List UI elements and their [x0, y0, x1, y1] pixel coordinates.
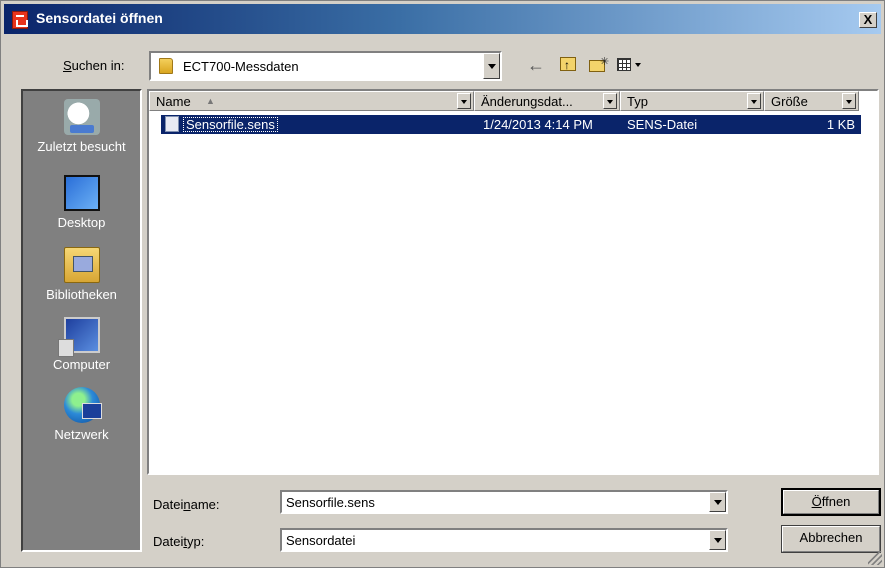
look-in-label: Suchen in:	[63, 58, 125, 73]
place-label: Computer	[52, 357, 111, 372]
file-row-selected[interactable]: Sensorfile.sens 1/24/2013 4:14 PM SENS-D…	[161, 115, 861, 134]
window-title: Sensordatei öffnen	[36, 10, 163, 26]
file-icon	[165, 116, 179, 132]
place-computer[interactable]: Computer	[23, 317, 140, 372]
place-recent[interactable]: Zuletzt besucht	[23, 99, 140, 154]
view-menu-icon[interactable]	[615, 54, 649, 76]
title-bar[interactable]: Sensordatei öffnen X	[4, 4, 881, 34]
file-type: SENS-Datei	[627, 117, 698, 132]
column-header-name[interactable]: Name ▲	[149, 91, 474, 111]
libraries-icon	[63, 247, 100, 283]
new-folder-icon[interactable]	[587, 51, 609, 76]
filename-input[interactable]: Sensorfile.sens	[280, 490, 728, 514]
column-menu-icon[interactable]	[747, 93, 761, 109]
column-menu-icon[interactable]	[457, 93, 471, 109]
column-header-type[interactable]: Typ	[620, 91, 764, 111]
desktop-icon	[63, 175, 100, 211]
place-label: Netzwerk	[54, 427, 109, 442]
file-name: Sensorfile.sens	[183, 117, 278, 132]
recent-places-icon	[63, 99, 100, 135]
open-button[interactable]: Öffnen	[781, 488, 881, 516]
filetype-select[interactable]: Sensordatei	[280, 528, 728, 552]
place-label: Zuletzt besucht	[37, 139, 126, 154]
network-icon	[63, 387, 102, 423]
file-size: 1 KB	[826, 117, 855, 132]
place-desktop[interactable]: Desktop	[23, 175, 140, 230]
close-button[interactable]: X	[859, 12, 877, 28]
back-arrow-icon[interactable]: ←	[525, 54, 547, 76]
sort-ascending-icon: ▲	[206, 96, 215, 106]
column-menu-icon[interactable]	[842, 93, 856, 109]
places-bar: Zuletzt besucht Desktop Bibliotheken Com…	[21, 89, 142, 552]
file-modified: 1/24/2013 4:14 PM	[483, 117, 593, 132]
filetype-label: Dateityp:	[153, 534, 205, 549]
column-header-modified[interactable]: Änderungsdat...	[474, 91, 620, 111]
chevron-down-icon[interactable]	[483, 53, 500, 79]
look-in-dropdown[interactable]: ECT700-Messdaten	[149, 51, 502, 81]
place-libraries[interactable]: Bibliotheken	[23, 247, 140, 302]
column-header-size[interactable]: Größe	[764, 91, 859, 111]
place-label: Bibliotheken	[46, 287, 117, 302]
place-network[interactable]: Netzwerk	[23, 387, 140, 442]
app-icon	[12, 11, 28, 29]
folder-icon	[159, 58, 173, 74]
look-in-value: ECT700-Messdaten	[183, 59, 299, 74]
computer-icon	[57, 317, 100, 357]
filename-label: Dateiname:	[153, 497, 220, 512]
resize-grip-icon[interactable]	[868, 551, 882, 565]
open-file-dialog: Sensordatei öffnen X Suchen in: ECT700-M…	[0, 0, 885, 568]
file-list[interactable]: Name ▲ Änderungsdat... Typ Größe Sensorf…	[147, 89, 879, 475]
chevron-down-icon[interactable]	[709, 492, 726, 512]
cancel-button[interactable]: Abbrechen	[781, 525, 881, 553]
chevron-down-icon[interactable]	[709, 530, 726, 550]
up-folder-icon[interactable]	[557, 54, 579, 76]
place-label: Desktop	[57, 215, 106, 230]
column-menu-icon[interactable]	[603, 93, 617, 109]
